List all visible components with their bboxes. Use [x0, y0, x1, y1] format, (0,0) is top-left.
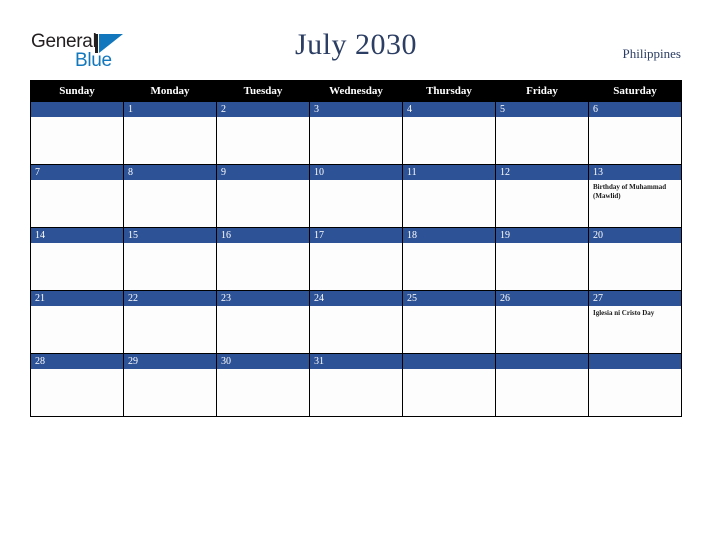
calendar-day-cell[interactable]: 20: [588, 227, 682, 291]
calendar-day-cell[interactable]: 26: [495, 290, 589, 354]
page-header: General Blue July 2030 Philippines: [0, 0, 712, 78]
country-label: Philippines: [622, 46, 681, 61]
day-number: 12: [496, 165, 588, 180]
day-number: 26: [496, 291, 588, 306]
calendar-day-cell[interactable]: 25: [402, 290, 496, 354]
day-number: 17: [310, 228, 402, 243]
calendar-day-cell[interactable]: 13 Birthday of Muhammad (Mawlid): [588, 164, 682, 228]
day-number: 14: [31, 228, 123, 243]
day-number: 18: [403, 228, 495, 243]
day-number: 8: [124, 165, 216, 180]
day-number: 9: [217, 165, 309, 180]
day-number: 28: [31, 354, 123, 369]
calendar-day-cell[interactable]: 7: [30, 164, 124, 228]
calendar-day-cell[interactable]: 3: [309, 101, 403, 165]
holiday-label: Iglesia ni Cristo Day: [593, 309, 655, 317]
calendar-day-cell[interactable]: 19: [495, 227, 589, 291]
day-number: [589, 354, 681, 369]
weekday-header-friday: Friday: [495, 80, 589, 102]
calendar-week-row: 21 22 23 24 25 26 27 Iglesia ni Cristo Day: [30, 290, 682, 354]
day-number: [496, 354, 588, 369]
calendar-day-cell[interactable]: 1: [123, 101, 217, 165]
calendar-day-cell[interactable]: 15: [123, 227, 217, 291]
day-number: 20: [589, 228, 681, 243]
weekday-header-row: Sunday Monday Tuesday Wednesday Thursday…: [30, 80, 682, 102]
calendar-day-cell[interactable]: 5: [495, 101, 589, 165]
day-number: 19: [496, 228, 588, 243]
calendar-day-cell[interactable]: 2: [216, 101, 310, 165]
day-number: 29: [124, 354, 216, 369]
day-number: 16: [217, 228, 309, 243]
weekday-header-monday: Monday: [123, 80, 217, 102]
calendar-day-cell[interactable]: 31: [309, 353, 403, 417]
weekday-header-sunday: Sunday: [30, 80, 124, 102]
day-number: 21: [31, 291, 123, 306]
calendar-body: 1 2 3 4 5 6 7 8 9 10 11 12 13 Birthday of Muhammad (M…: [30, 101, 682, 417]
calendar-day-cell[interactable]: 21: [30, 290, 124, 354]
page-title: July 2030: [294, 28, 417, 61]
calendar-day-cell[interactable]: 16: [216, 227, 310, 291]
calendar-table: Sunday Monday Tuesday Wednesday Thursday…: [30, 80, 682, 417]
calendar-day-cell[interactable]: 22: [123, 290, 217, 354]
weekday-header-tuesday: Tuesday: [216, 80, 310, 102]
day-number: 2: [217, 102, 309, 117]
calendar-day-cell[interactable]: [30, 101, 124, 165]
weekday-header-thursday: Thursday: [402, 80, 496, 102]
day-number: 3: [310, 102, 402, 117]
calendar-day-cell[interactable]: 10: [309, 164, 403, 228]
day-number: 27: [589, 291, 681, 306]
day-number: [31, 102, 123, 117]
day-number: 22: [124, 291, 216, 306]
weekday-header-wednesday: Wednesday: [309, 80, 403, 102]
calendar-day-cell[interactable]: [495, 353, 589, 417]
calendar-day-cell[interactable]: [402, 353, 496, 417]
day-number: 31: [310, 354, 402, 369]
day-number: 4: [403, 102, 495, 117]
day-number: 10: [310, 165, 402, 180]
day-number: 6: [589, 102, 681, 117]
calendar-day-cell[interactable]: 18: [402, 227, 496, 291]
calendar-page: General Blue July 2030 Philippines Sunda…: [0, 0, 712, 550]
calendar-week-row: 123456: [30, 101, 682, 165]
day-number: 11: [403, 165, 495, 180]
day-number: 13: [589, 165, 681, 180]
calendar-day-cell[interactable]: 27 Iglesia ni Cristo Day: [588, 290, 682, 354]
calendar-day-cell[interactable]: 11: [402, 164, 496, 228]
calendar-day-cell[interactable]: 17: [309, 227, 403, 291]
calendar-day-cell[interactable]: 12: [495, 164, 589, 228]
calendar-day-cell[interactable]: [588, 353, 682, 417]
day-number: 15: [124, 228, 216, 243]
day-number: 5: [496, 102, 588, 117]
calendar-day-cell[interactable]: 23: [216, 290, 310, 354]
calendar-week-row: 7 8 9 10 11 12 13 Birthday of Muhammad (Mawlid): [30, 164, 682, 228]
day-events: Iglesia ni Cristo Day: [589, 306, 681, 318]
day-number: 25: [403, 291, 495, 306]
calendar-day-cell[interactable]: 9: [216, 164, 310, 228]
calendar-day-cell[interactable]: 24: [309, 290, 403, 354]
day-number: 1: [124, 102, 216, 117]
calendar-day-cell[interactable]: 4: [402, 101, 496, 165]
holiday-label: Birthday of Muhammad (Mawlid): [593, 183, 667, 200]
day-number: 30: [217, 354, 309, 369]
calendar-day-cell[interactable]: 29: [123, 353, 217, 417]
day-number: 7: [31, 165, 123, 180]
weekday-header-saturday: Saturday: [588, 80, 682, 102]
calendar-day-cell[interactable]: 28: [30, 353, 124, 417]
day-number: 23: [217, 291, 309, 306]
day-number: 24: [310, 291, 402, 306]
calendar-day-cell[interactable]: 6: [588, 101, 682, 165]
calendar-day-cell[interactable]: 14: [30, 227, 124, 291]
calendar-week-row: 28 29 30 31: [30, 353, 682, 417]
calendar-day-cell[interactable]: 8: [123, 164, 217, 228]
day-events: Birthday of Muhammad (Mawlid): [589, 180, 681, 200]
calendar-day-cell[interactable]: 30: [216, 353, 310, 417]
day-number: [403, 354, 495, 369]
calendar-week-row: 14 15 16 17 18 19 20: [30, 227, 682, 291]
